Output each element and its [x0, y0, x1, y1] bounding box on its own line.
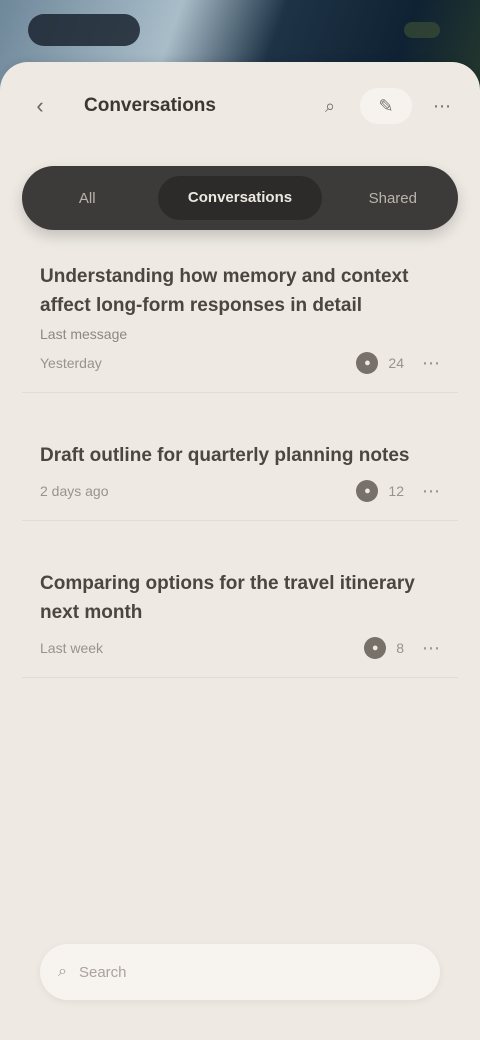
more-icon[interactable]: ⋯ — [422, 638, 440, 659]
search-icon[interactable]: ⌕ — [312, 88, 348, 124]
search-icon: ⌕ — [58, 963, 67, 980]
item-date: Yesterday — [40, 355, 102, 371]
segmented-tabs: All Conversations Shared — [22, 166, 458, 230]
search-input[interactable] — [76, 962, 422, 982]
list-item[interactable]: Comparing options for the travel itinera… — [22, 549, 458, 678]
item-footer: 2 days ago ● 12 ⋯ — [40, 480, 440, 502]
avatar: ● — [356, 480, 379, 502]
item-date: Last week — [40, 640, 104, 656]
conversation-list: Understanding how memory and context aff… — [22, 242, 458, 678]
more-icon[interactable]: ⋯ — [422, 481, 440, 502]
compose-icon[interactable]: ✎ — [360, 88, 412, 124]
item-title: Draft outline for quarterly planning not… — [40, 445, 410, 466]
item-subtitle: Last message — [40, 326, 128, 342]
page-title: Conversations — [84, 95, 216, 116]
avatar: ● — [356, 352, 379, 374]
item-title: Comparing options for the travel itinera… — [40, 573, 415, 623]
list-item[interactable]: Understanding how memory and context aff… — [22, 242, 458, 393]
more-icon[interactable]: ⋯ — [422, 353, 440, 374]
avatar: ● — [364, 637, 387, 659]
item-count: 12 — [388, 483, 404, 499]
status-indicator — [404, 22, 440, 38]
header: ‹ Conversations ⌕ ✎ ⋯ — [20, 78, 460, 134]
list-item[interactable]: Draft outline for quarterly planning not… — [22, 421, 458, 521]
status-bar-pill — [28, 14, 140, 46]
item-date: 2 days ago — [40, 483, 109, 499]
item-title: Understanding how memory and context aff… — [40, 266, 409, 316]
search-bar: ⌕ — [40, 944, 440, 1000]
chevron-left-icon[interactable]: ‹ — [20, 86, 60, 126]
more-icon[interactable]: ⋯ — [424, 88, 460, 124]
item-footer: Last week ● 8 ⋯ — [40, 637, 440, 659]
tab-conversations[interactable]: Conversations — [158, 176, 322, 220]
item-count: 24 — [388, 355, 404, 371]
tab-all[interactable]: All — [22, 190, 152, 207]
item-footer: Yesterday ● 24 ⋯ — [40, 352, 440, 374]
item-count: 8 — [396, 640, 404, 656]
header-actions: ⌕ ✎ ⋯ — [312, 88, 460, 124]
tab-shared[interactable]: Shared — [328, 190, 458, 207]
